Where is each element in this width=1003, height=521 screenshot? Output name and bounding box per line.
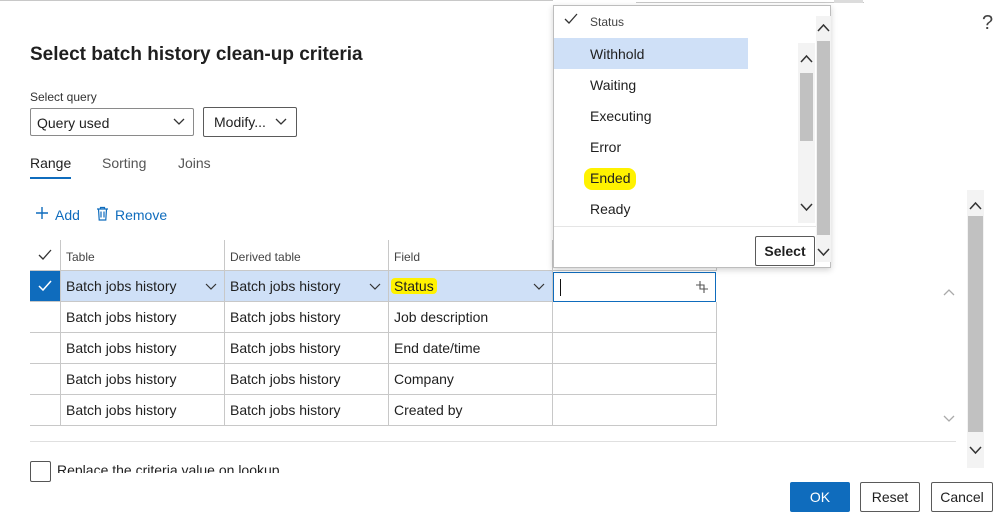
- field-cell[interactable]: Company: [389, 364, 553, 395]
- lookup-popup-scrollbar[interactable]: [816, 16, 831, 262]
- page-scroll-thumb[interactable]: [968, 216, 983, 432]
- table-cell-dropdown[interactable]: Batch jobs history: [61, 271, 225, 302]
- check-icon: [564, 13, 578, 28]
- modify-button[interactable]: Modify...: [203, 107, 297, 137]
- lookup-item[interactable]: Waiting: [554, 69, 748, 100]
- page-scrollbar[interactable]: [967, 190, 984, 468]
- column-header-field[interactable]: Field: [389, 240, 553, 271]
- tab-sorting[interactable]: Sorting: [102, 155, 146, 171]
- replace-criteria-label: Replace the criteria value on lookup: [57, 462, 280, 473]
- lookup-icon[interactable]: [695, 280, 709, 297]
- top-border: [0, 0, 553, 1]
- lookup-header: Status: [554, 6, 816, 38]
- derived-table-cell-dropdown[interactable]: Batch jobs history: [225, 271, 389, 302]
- row-checkbox[interactable]: [30, 364, 61, 395]
- scroll-down-icon[interactable]: [817, 246, 830, 260]
- criteria-cell[interactable]: [553, 364, 717, 395]
- criteria-input[interactable]: [553, 272, 716, 302]
- criteria-cell[interactable]: [553, 333, 717, 364]
- table-cell[interactable]: Batch jobs history: [61, 302, 225, 333]
- scroll-up-icon[interactable]: [969, 200, 982, 214]
- modify-button-label: Modify...: [214, 114, 266, 130]
- grid-scroll-down-icon[interactable]: [943, 413, 955, 427]
- row-checkbox[interactable]: [30, 395, 61, 426]
- tab-joins[interactable]: Joins: [178, 155, 211, 171]
- top-border-right: [636, 0, 864, 3]
- plus-icon: [35, 206, 49, 223]
- query-dropdown-value: Query used: [37, 115, 110, 131]
- chevron-down-icon: [274, 113, 288, 132]
- scroll-up-icon[interactable]: [800, 53, 813, 67]
- tab-range[interactable]: Range: [30, 155, 71, 171]
- remove-button-label: Remove: [115, 207, 168, 223]
- criteria-cell[interactable]: [553, 395, 717, 426]
- trash-icon: [96, 206, 109, 224]
- query-dropdown[interactable]: Query used: [30, 108, 194, 136]
- lookup-item[interactable]: Executing: [554, 100, 748, 131]
- lookup-list-scrollbar[interactable]: [798, 43, 815, 223]
- replace-criteria-checkbox[interactable]: [30, 461, 51, 482]
- field-cell-value: Status: [391, 278, 437, 294]
- reset-button[interactable]: Reset: [860, 482, 920, 512]
- row-checkbox[interactable]: [30, 271, 61, 302]
- lookup-item[interactable]: Withhold: [554, 38, 748, 69]
- lookup-list: Withhold Waiting Executing Error Ended R…: [554, 38, 799, 226]
- cancel-button[interactable]: Cancel: [931, 482, 993, 512]
- column-header-derived-table[interactable]: Derived table: [225, 240, 389, 271]
- ok-button[interactable]: OK: [790, 482, 850, 512]
- lookup-item[interactable]: Error: [554, 131, 748, 162]
- column-header-table[interactable]: Table: [61, 240, 225, 271]
- scroll-up-icon[interactable]: [817, 22, 830, 36]
- table-cell-value: Batch jobs history: [66, 278, 177, 294]
- field-cell[interactable]: Created by: [389, 395, 553, 426]
- chevron-down-icon: [368, 279, 382, 296]
- derived-table-cell[interactable]: Batch jobs history: [225, 302, 389, 333]
- popup-scroll-thumb[interactable]: [817, 41, 830, 235]
- help-icon[interactable]: ?: [982, 12, 993, 35]
- chevron-down-icon: [204, 279, 218, 296]
- chevron-down-icon: [532, 279, 546, 296]
- field-cell[interactable]: Job description: [389, 302, 553, 333]
- select-all-checkbox[interactable]: [30, 240, 61, 271]
- text-caret: [560, 279, 561, 296]
- criteria-cell[interactable]: [553, 302, 717, 333]
- scroll-down-icon[interactable]: [969, 444, 982, 458]
- dialog-title: Select batch history clean-up criteria: [30, 44, 363, 65]
- lookup-item[interactable]: Ended: [554, 162, 748, 193]
- top-scroll-stub: [834, 0, 863, 3]
- row-checkbox[interactable]: [30, 333, 61, 364]
- derived-table-cell-value: Batch jobs history: [230, 278, 341, 294]
- derived-table-cell[interactable]: Batch jobs history: [225, 364, 389, 395]
- lookup-header-label: Status: [590, 15, 625, 29]
- scroll-down-icon[interactable]: [800, 201, 813, 215]
- add-button[interactable]: Add: [35, 206, 80, 223]
- status-lookup-popup: Status Withhold Waiting Executing Error …: [553, 5, 831, 268]
- add-button-label: Add: [55, 206, 80, 223]
- table-cell[interactable]: Batch jobs history: [61, 333, 225, 364]
- grid-scroll-up-icon[interactable]: [943, 286, 955, 300]
- lookup-scroll-thumb[interactable]: [800, 73, 813, 141]
- field-cell-dropdown[interactable]: Status: [389, 271, 553, 302]
- remove-button[interactable]: Remove: [96, 206, 167, 224]
- divider: [30, 441, 956, 442]
- derived-table-cell[interactable]: Batch jobs history: [225, 395, 389, 426]
- table-cell[interactable]: Batch jobs history: [61, 395, 225, 426]
- select-query-label: Select query: [30, 90, 97, 104]
- chevron-down-icon: [171, 113, 187, 132]
- active-tab-indicator: [30, 177, 71, 179]
- derived-table-cell[interactable]: Batch jobs history: [225, 333, 389, 364]
- lookup-item-label: Ended: [584, 168, 637, 190]
- field-cell[interactable]: End date/time: [389, 333, 553, 364]
- lookup-item[interactable]: Ready: [554, 193, 748, 224]
- lookup-select-button[interactable]: Select: [755, 236, 815, 266]
- table-cell[interactable]: Batch jobs history: [61, 364, 225, 395]
- lookup-divider: [554, 226, 816, 227]
- row-checkbox[interactable]: [30, 302, 61, 333]
